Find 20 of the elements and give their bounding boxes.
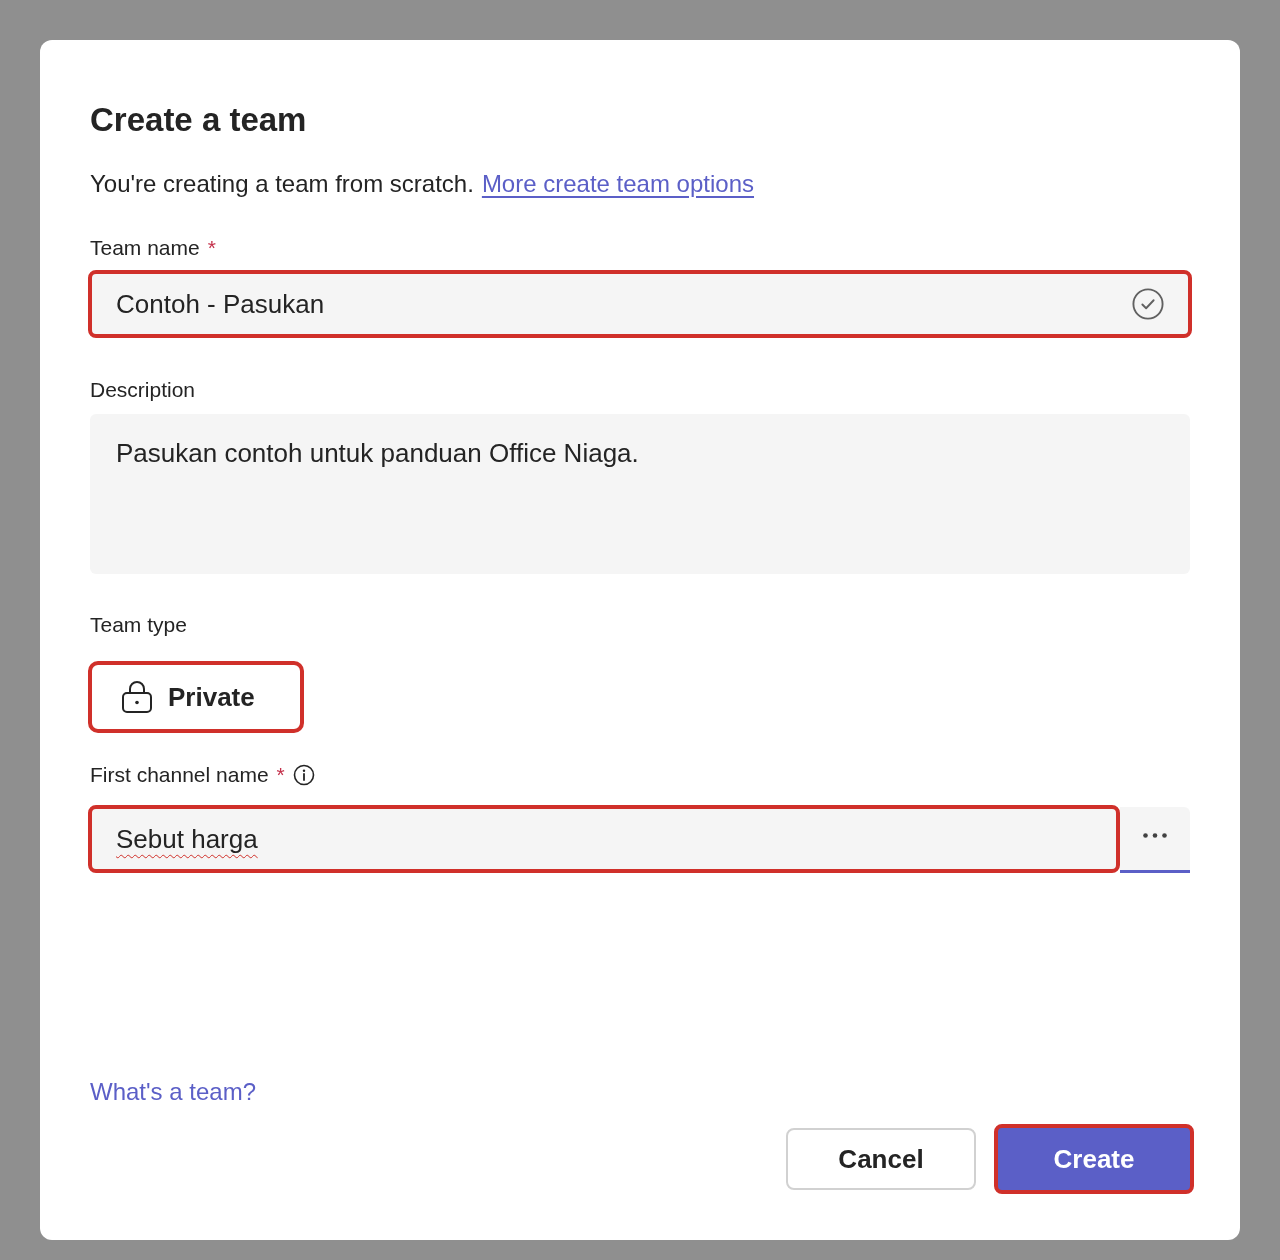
more-options-button[interactable] — [1120, 807, 1190, 873]
team-type-button[interactable]: Private — [88, 661, 304, 733]
field-label: First channel name — [90, 762, 269, 788]
create-button[interactable]: Create — [994, 1124, 1194, 1194]
help-link[interactable]: What's a team? — [90, 1078, 256, 1106]
more-icon — [1143, 833, 1167, 838]
team-name-field[interactable]: Contoh - Pasukan — [88, 270, 1192, 338]
required-asterisk: * — [207, 235, 216, 261]
required-asterisk: * — [276, 762, 285, 788]
field-label: Team name — [90, 235, 200, 261]
field-label: Team type — [90, 612, 187, 638]
cancel-button[interactable]: Cancel — [786, 1128, 976, 1190]
lock-icon — [122, 681, 152, 713]
field-label: Description — [90, 377, 196, 403]
channel-name-field[interactable]: Sebut harga — [88, 805, 1120, 873]
more-create-options-link[interactable]: More create team options — [481, 170, 754, 197]
dialog-title: Create a team — [90, 100, 308, 140]
description-field[interactable]: Pasukan contoh untuk panduan Office Niaga. — [90, 414, 1190, 574]
subtitle-text: You're creating a team from scratch. More create team options — [90, 169, 755, 199]
info-icon[interactable] — [292, 764, 315, 786]
